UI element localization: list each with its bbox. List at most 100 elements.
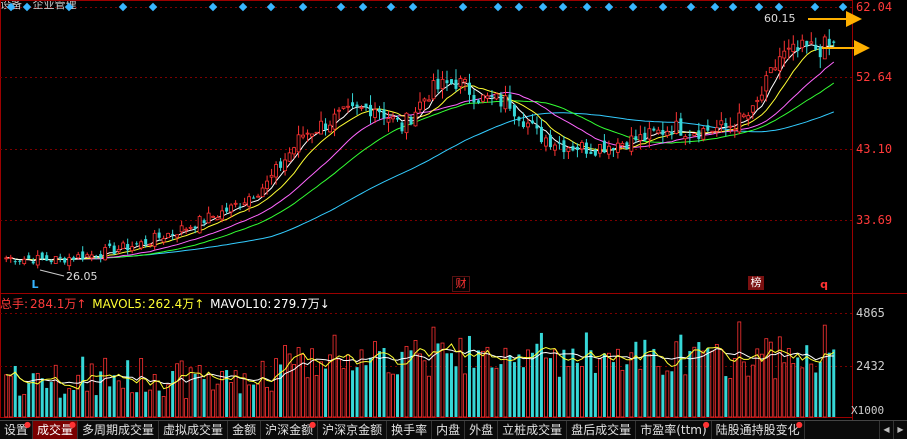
volume-bar bbox=[575, 362, 579, 417]
event-diamond-icon[interactable] bbox=[838, 2, 848, 12]
candle-body bbox=[81, 251, 85, 260]
volume-bar bbox=[661, 374, 665, 417]
volume-bar bbox=[719, 349, 724, 418]
volume-bar bbox=[566, 366, 571, 418]
candle-body bbox=[45, 255, 49, 261]
tab-2[interactable]: 多周期成交量 bbox=[78, 421, 160, 439]
event-diamond-icon[interactable] bbox=[118, 2, 128, 12]
candle-body bbox=[768, 67, 773, 74]
candle-body bbox=[714, 127, 719, 132]
candle-body bbox=[553, 144, 557, 151]
event-diamond-icon[interactable] bbox=[386, 2, 396, 12]
event-diamond-icon[interactable] bbox=[774, 2, 784, 12]
volume-bar bbox=[76, 374, 81, 418]
event-diamond-icon[interactable] bbox=[686, 2, 696, 12]
tab-dot-icon: ● bbox=[69, 420, 77, 429]
event-diamond-icon[interactable] bbox=[22, 2, 32, 12]
event-diamond-icon[interactable] bbox=[408, 2, 418, 12]
volume-bar bbox=[238, 393, 242, 417]
volume-bar bbox=[319, 361, 323, 418]
candle-body bbox=[328, 124, 332, 133]
volume-bar bbox=[427, 375, 431, 418]
event-diamond-icon[interactable] bbox=[538, 2, 548, 12]
event-diamond-icon[interactable] bbox=[604, 2, 614, 12]
event-diamond-icon[interactable] bbox=[710, 2, 720, 12]
event-diamond-icon[interactable] bbox=[148, 2, 158, 12]
tab-scroll-left-icon[interactable]: ◀ bbox=[879, 421, 893, 439]
marker-l[interactable]: L bbox=[30, 278, 40, 292]
tab-12[interactable]: 市盈率(ttm) ● bbox=[636, 421, 712, 439]
event-diamond-icon[interactable] bbox=[336, 2, 346, 12]
candle-body bbox=[157, 232, 161, 238]
tab-1[interactable]: 成交量 ● bbox=[33, 420, 79, 439]
volume-bar bbox=[530, 352, 534, 417]
event-diamond-icon[interactable] bbox=[728, 2, 738, 12]
event-diamond-icon[interactable] bbox=[582, 2, 592, 12]
candle-body bbox=[292, 147, 296, 155]
event-diamond-icon[interactable] bbox=[298, 2, 308, 12]
event-diamond-icon[interactable] bbox=[266, 2, 276, 12]
candle-body bbox=[413, 111, 418, 127]
event-diamond-icon[interactable] bbox=[514, 2, 524, 12]
candle-body bbox=[832, 41, 836, 43]
event-diamond-icon[interactable] bbox=[358, 2, 368, 12]
volume-bar bbox=[638, 368, 643, 418]
volume-bar bbox=[814, 372, 818, 417]
candle-body bbox=[211, 215, 216, 218]
volume-bar bbox=[8, 375, 13, 418]
event-diamond-icon[interactable] bbox=[458, 2, 468, 12]
volume-bar bbox=[584, 332, 588, 417]
tab-10[interactable]: 立桩成交量 bbox=[498, 421, 568, 439]
tab-4[interactable]: 金额 bbox=[228, 421, 262, 439]
financial-report-marker[interactable]: 财 bbox=[452, 276, 470, 292]
candle-body bbox=[782, 50, 787, 59]
tab-scroll-right-icon[interactable]: ▶ bbox=[893, 421, 907, 439]
candle-body bbox=[724, 123, 728, 127]
volume-bar bbox=[701, 350, 706, 418]
event-diamond-icon[interactable] bbox=[810, 2, 820, 12]
volume-bar bbox=[193, 373, 197, 417]
candle-body bbox=[427, 99, 431, 102]
tab-8[interactable]: 内盘 bbox=[432, 421, 466, 439]
candle-body bbox=[85, 254, 90, 258]
event-diamond-icon[interactable] bbox=[493, 2, 503, 12]
candle-body bbox=[364, 103, 368, 108]
volume-bar bbox=[382, 347, 386, 417]
event-diamond-icon[interactable] bbox=[754, 2, 764, 12]
candle-body bbox=[777, 56, 782, 72]
tab-3[interactable]: 虚拟成交量 bbox=[159, 421, 229, 439]
volume-bar bbox=[454, 366, 458, 417]
event-diamond-icon[interactable] bbox=[628, 2, 638, 12]
tab-5[interactable]: 沪深金额 ● bbox=[261, 421, 319, 439]
volume-bar bbox=[229, 382, 234, 418]
volume-bar bbox=[724, 376, 728, 417]
volume-bar bbox=[553, 349, 557, 418]
tab-11[interactable]: 盘后成交量 bbox=[567, 421, 637, 439]
event-diamond-icon[interactable] bbox=[64, 2, 74, 12]
event-diamond-icon[interactable] bbox=[658, 2, 668, 12]
candle-body bbox=[171, 233, 175, 235]
tab-6[interactable]: 沪深京金额 bbox=[318, 421, 388, 439]
tab-13[interactable]: 陆股通持股变化 ● bbox=[712, 421, 805, 439]
candle-body bbox=[256, 195, 260, 198]
event-diamond-icon[interactable] bbox=[558, 2, 568, 12]
ranking-marker[interactable]: 榜 bbox=[748, 276, 764, 290]
event-diamond-icon[interactable] bbox=[6, 2, 16, 12]
chart-frame bbox=[0, 0, 853, 418]
candle-body bbox=[49, 260, 53, 263]
volume-bar bbox=[467, 335, 471, 417]
candle-body bbox=[431, 80, 436, 100]
candle-body bbox=[796, 47, 800, 51]
candle-body bbox=[130, 246, 135, 252]
volume-bar bbox=[126, 360, 130, 417]
tab-9[interactable]: 外盘 bbox=[465, 421, 499, 439]
tab-0[interactable]: 设置 ● bbox=[0, 421, 34, 439]
volume-bar bbox=[625, 364, 629, 417]
event-diamond-icon[interactable] bbox=[238, 2, 248, 12]
kline-chart[interactable] bbox=[0, 0, 907, 420]
candle-body bbox=[67, 257, 72, 267]
event-diamond-icon[interactable] bbox=[208, 2, 218, 12]
marker-q[interactable]: q bbox=[819, 278, 829, 292]
tab-7[interactable]: 换手率 bbox=[387, 421, 433, 439]
volume-bar bbox=[4, 374, 9, 418]
